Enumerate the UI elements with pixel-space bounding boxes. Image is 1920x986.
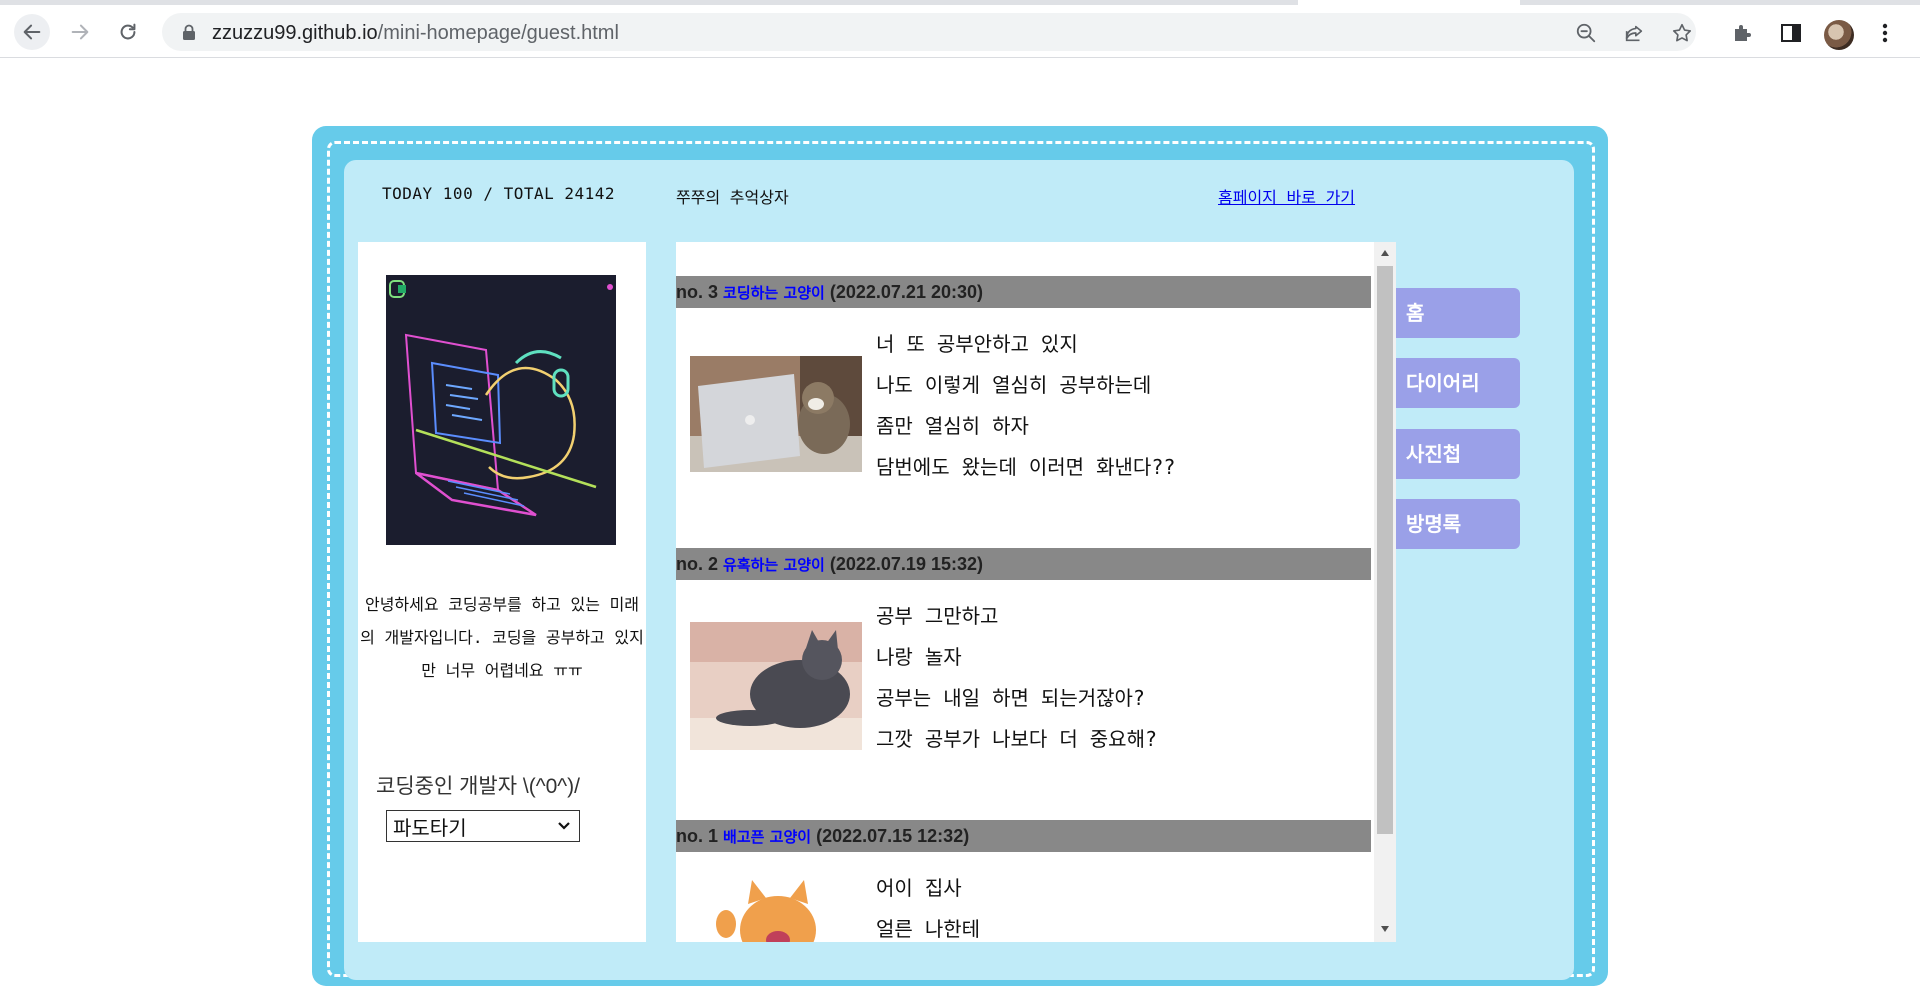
entry-image-cat-lying	[690, 622, 862, 750]
share-icon[interactable]	[1622, 21, 1646, 45]
reload-icon	[120, 23, 136, 40]
message-line: 공부 그만하고	[876, 604, 999, 628]
entry-message: 공부 그만하고 나랑 놀자 공부는 내일 하면 되는거잖아? 그깟 공부가 나보…	[876, 596, 1157, 760]
forward-button[interactable]	[62, 14, 98, 50]
homepage-link[interactable]: 홈페이지 바로 가기	[1218, 184, 1355, 208]
address-bar[interactable]: zzuzzu99.github.io/mini-homepage/guest.h…	[162, 13, 1696, 51]
bookmark-star-icon[interactable]	[1670, 21, 1694, 45]
entry-nickname: 배고픈 고양이	[723, 828, 812, 846]
visitor-counter: TODAY 100 / TOTAL 24142	[382, 184, 616, 203]
entry-image-cat-laptop	[690, 356, 862, 472]
menu-tab-home[interactable]: 홈	[1396, 288, 1520, 338]
profile-caption: 코딩중인 개발자 \(^0^)/	[376, 775, 580, 798]
message-line: 좀만 열심히 하자	[876, 414, 1029, 438]
message-line: 그깟 공부가 나보다 더 중요해?	[876, 727, 1158, 751]
url-path: /mini-homepage/guest.html	[377, 22, 619, 44]
select-value: 파도타기	[393, 817, 467, 840]
arrow-left-icon	[23, 24, 41, 40]
entry-header: no. 2 유혹하는 고양이 (2022.07.19 15:32)	[676, 548, 1371, 580]
zoom-out-icon[interactable]	[1574, 21, 1598, 45]
menu-tab-photo-album[interactable]: 사진첩	[1396, 429, 1520, 479]
site-title: 쭈쭈의 추억상자	[676, 188, 789, 207]
entry-nickname: 유혹하는 고양이	[723, 556, 825, 574]
entry-number: no. 1	[676, 826, 719, 846]
entry-number: no. 3	[676, 282, 719, 302]
url-host: zzuzzu99.github.io	[212, 22, 378, 44]
browser-toolbar: zzuzzu99.github.io/mini-homepage/guest.h…	[0, 5, 1920, 58]
entry-nickname: 코딩하는 고양이	[723, 284, 825, 302]
message-line: 담번에도 왔는데 이러면 화낸다??	[876, 455, 1176, 479]
menu-tab-guestbook[interactable]: 방명록	[1396, 499, 1520, 549]
message-line: 너 또 공부안하고 있지	[876, 332, 1078, 356]
avatar[interactable]	[1824, 20, 1854, 50]
extensions-icon[interactable]	[1730, 20, 1756, 46]
back-button[interactable]	[14, 14, 50, 50]
entry-header: no. 3 코딩하는 고양이 (2022.07.21 20:30)	[676, 276, 1371, 308]
guestbook-panel[interactable]: no. 3 코딩하는 고양이 (2022.07.21 20:30) 너 또 공부…	[676, 242, 1396, 942]
lock-icon[interactable]	[182, 24, 196, 40]
scrollbar[interactable]	[1374, 242, 1396, 942]
entry-message: 어이 집사 얼른 나한테	[876, 868, 980, 942]
wave-select-dropdown[interactable]: 파도타기	[386, 810, 580, 842]
message-line: 나랑 놀자	[876, 645, 962, 669]
more-menu-icon[interactable]	[1872, 20, 1898, 46]
message-line: 얼른 나한테	[876, 917, 981, 941]
entry-header: no. 1 배고픈 고양이 (2022.07.15 12:32)	[676, 820, 1371, 852]
entry-date: (2022.07.19 15:32)	[829, 554, 983, 574]
scrollbar-thumb[interactable]	[1377, 266, 1393, 834]
profile-panel: 안녕하세요 코딩공부를 하고 있는 미래의 개발자입니다. 코딩을 공부하고 있…	[358, 242, 646, 942]
url-text[interactable]: zzuzzu99.github.io/mini-homepage/guest.h…	[212, 22, 619, 45]
arrow-right-icon	[71, 24, 89, 40]
message-line: 어이 집사	[876, 876, 962, 900]
menu-tab-diary[interactable]: 다이어리	[1396, 358, 1520, 408]
entry-date: (2022.07.21 20:30)	[829, 282, 983, 302]
chevron-down-icon	[558, 822, 570, 830]
profile-intro: 안녕하세요 코딩공부를 하고 있는 미래의 개발자입니다. 코딩을 공부하고 있…	[360, 595, 644, 680]
message-line: 공부는 내일 하면 되는거잖아?	[876, 686, 1145, 710]
scroll-up-arrow-icon[interactable]	[1380, 249, 1390, 257]
entry-number: no. 2	[676, 554, 719, 574]
profile-image-coding-cat	[386, 275, 616, 545]
entry-message: 너 또 공부안하고 있지 나도 이렇게 열심히 공부하는데 좀만 열심히 하자 …	[876, 324, 1175, 488]
reload-button[interactable]	[110, 14, 146, 50]
entry-date: (2022.07.15 12:32)	[816, 826, 970, 846]
side-panel-icon[interactable]	[1778, 20, 1804, 46]
message-line: 나도 이렇게 열심히 공부하는데	[876, 373, 1152, 397]
scroll-down-arrow-icon[interactable]	[1380, 925, 1390, 933]
entry-image-orange-cat	[690, 868, 862, 942]
